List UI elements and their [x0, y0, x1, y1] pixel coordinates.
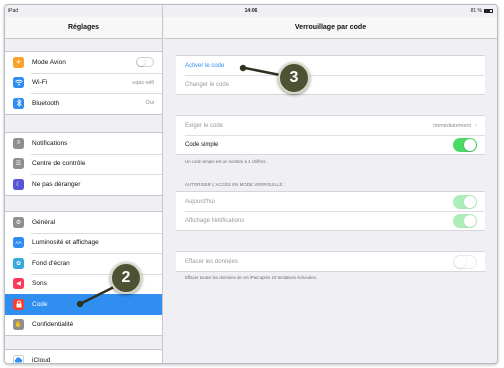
status-bar: iPad 14:06 81 %	[5, 5, 497, 17]
erase-data-switch[interactable]	[453, 254, 477, 269]
erase-data-row: Effacer les données	[176, 252, 485, 271]
chevron-right-icon: ›	[475, 122, 477, 129]
require-code-row[interactable]: Exiger le code Immédiatement ›	[176, 116, 485, 135]
sidebar-item-label: Notifications	[32, 139, 68, 147]
control-center-icon: ☰	[13, 158, 24, 170]
gear-icon: ⚙	[13, 216, 24, 228]
sidebar-item-brightness[interactable]: AA Luminosité et affichage	[5, 232, 162, 254]
airplane-mode-switch[interactable]	[136, 57, 154, 68]
sidebar-group-connectivity: ✈ Mode Avion Wi-Fi uqac-wifi Bluetooth O…	[5, 51, 162, 115]
ipad-screen: Réglages ✈ Mode Avion Wi-Fi uqac-wifi Bl…	[4, 4, 498, 364]
today-row: Aujourd'hui	[176, 192, 485, 211]
sidebar-item-label: Code	[32, 300, 48, 308]
activate-code-row[interactable]: Activer le code	[176, 56, 485, 75]
wifi-network-value: uqac-wifi	[132, 79, 154, 86]
page-title: Verrouillage par code	[164, 17, 497, 39]
sidebar-item-icloud[interactable]: iCloud	[5, 350, 162, 364]
sidebar-item-bluetooth[interactable]: Bluetooth Oui	[5, 93, 162, 114]
sidebar-item-label: Confidentialité	[32, 321, 74, 329]
airplane-icon: ✈	[13, 56, 24, 68]
wifi-icon	[13, 77, 24, 89]
sidebar-item-label: Centre de contrôle	[32, 160, 86, 168]
clock: 14:06	[244, 8, 258, 14]
require-code-value: Immédiatement	[433, 122, 471, 129]
battery-percent: 81 %	[470, 8, 482, 14]
sidebar-item-label: Bluetooth	[32, 99, 60, 107]
passcode-options-group: Exiger le code Immédiatement › Code simp…	[176, 115, 485, 155]
simple-code-switch[interactable]	[453, 137, 477, 152]
erase-data-group: Effacer les données	[176, 251, 485, 272]
sidebar-group-notifications: ≡ Notifications ☰ Centre de contrôle ☾ N…	[5, 132, 162, 196]
passcode-panel: Verrouillage par code Activer le code Ch…	[164, 5, 497, 363]
change-code-row[interactable]: Changer le code	[176, 75, 485, 94]
sidebar-item-general[interactable]: ⚙ Général	[5, 212, 162, 233]
simple-code-note: Un code simple est un nombre à 4 chiffre…	[185, 159, 267, 164]
require-code-label: Exiger le code	[185, 122, 224, 129]
cloud-icon	[13, 354, 24, 363]
passcode-actions-group: Activer le code Changer le code	[176, 55, 485, 95]
hand-icon: ✋	[13, 319, 24, 331]
change-code-label[interactable]: Changer le code	[185, 82, 477, 88]
today-label: Aujourd'hui	[185, 198, 215, 205]
locked-access-group: Aujourd'hui Affichage Notifications	[176, 191, 485, 231]
sidebar-item-label: Général	[32, 218, 56, 226]
notifications-icon: ≡	[13, 137, 24, 149]
activate-code-label[interactable]: Activer le code	[185, 63, 477, 69]
step-3-badge: 3	[278, 62, 310, 94]
moon-icon: ☾	[13, 178, 24, 190]
sidebar-item-label: Luminosité et affichage	[32, 239, 99, 247]
bluetooth-icon	[13, 97, 24, 109]
notifications-view-label: Affichage Notifications	[185, 217, 245, 224]
sidebar-item-mode-avion[interactable]: ✈ Mode Avion	[5, 52, 162, 73]
erase-data-note: Effacer toutes les données de cet iPad a…	[185, 275, 318, 280]
simple-code-row: Code simple	[176, 135, 485, 154]
sidebar-item-privacy[interactable]: ✋ Confidentialité	[5, 315, 162, 336]
locked-access-section-title: AUTORISER L'ACCÈS EN MODE VERROUILLÉ :	[185, 182, 286, 187]
today-switch[interactable]	[453, 194, 477, 209]
sidebar-item-notifications[interactable]: ≡ Notifications	[5, 133, 162, 154]
sidebar-item-code[interactable]: Code	[5, 294, 162, 315]
brightness-icon: AA	[13, 237, 24, 249]
sidebar-item-do-not-disturb[interactable]: ☾ Ne pas déranger	[5, 174, 162, 195]
bluetooth-value: Oui	[145, 100, 154, 107]
sidebar-item-label: iCloud	[32, 356, 51, 364]
sidebar-item-label: Wi-Fi	[32, 79, 48, 87]
battery-icon	[484, 9, 493, 13]
step-2-badge: 2	[110, 262, 142, 294]
sound-icon: ◀	[13, 278, 24, 290]
sidebar-group-icloud: iCloud	[5, 349, 162, 364]
wallpaper-icon: ✿	[13, 257, 24, 269]
sidebar-item-label: Ne pas déranger	[32, 180, 81, 188]
sidebar-item-control-center[interactable]: ☰ Centre de contrôle	[5, 153, 162, 175]
simple-code-label: Code simple	[185, 141, 219, 148]
erase-data-label: Effacer les données	[185, 258, 238, 265]
notifications-view-row: Affichage Notifications	[176, 211, 485, 230]
sidebar-item-label: Sons	[32, 280, 47, 288]
sidebar-title: Réglages	[5, 17, 162, 39]
sidebar-item-label: Fond d'écran	[32, 259, 70, 267]
battery-status: 81 %	[471, 8, 493, 14]
sidebar-item-wifi[interactable]: Wi-Fi uqac-wifi	[5, 72, 162, 94]
lock-icon	[13, 298, 24, 310]
notifications-view-switch[interactable]	[453, 213, 477, 228]
settings-sidebar: Réglages ✈ Mode Avion Wi-Fi uqac-wifi Bl…	[5, 5, 163, 363]
sidebar-item-label: Mode Avion	[32, 58, 66, 66]
